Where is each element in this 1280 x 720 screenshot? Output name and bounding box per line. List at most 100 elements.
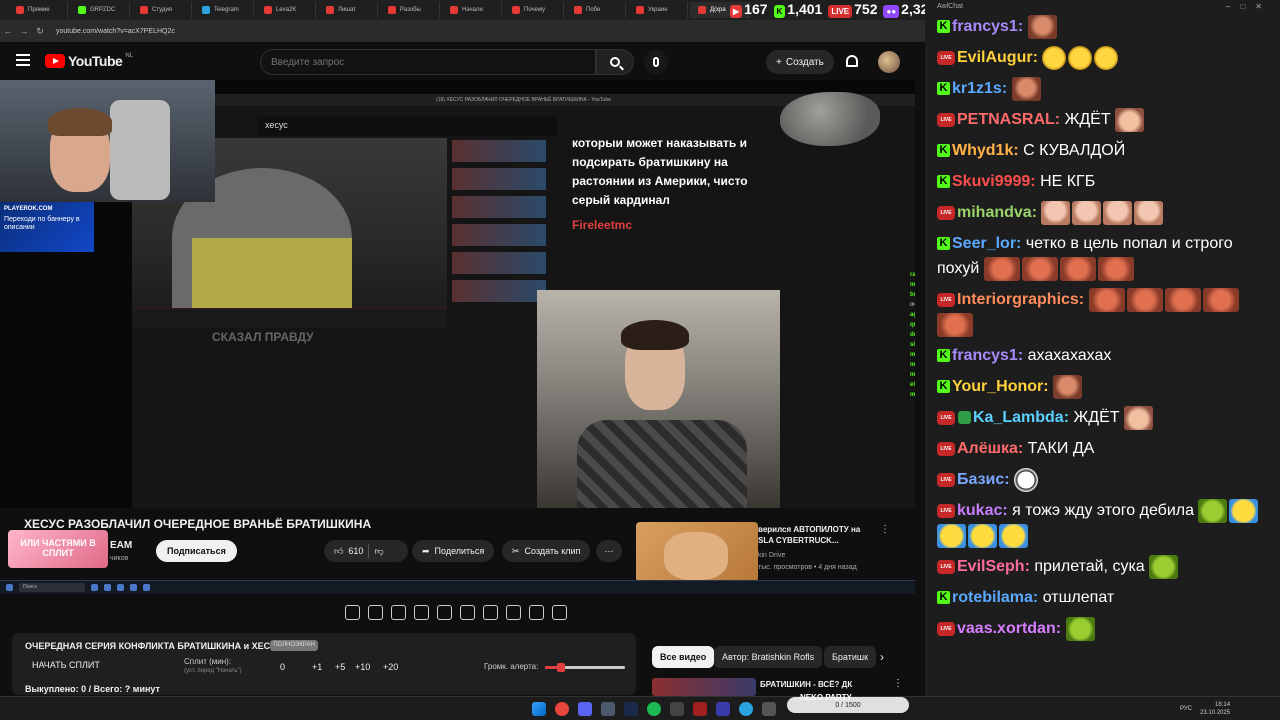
- spotify-icon[interactable]: [647, 702, 661, 716]
- increment-button[interactable]: +5: [335, 662, 345, 672]
- picture-in-picture-icon[interactable]: [437, 605, 452, 620]
- language-indicator[interactable]: РУС: [1180, 706, 1192, 712]
- notifications-icon[interactable]: [846, 55, 858, 67]
- loop-icon[interactable]: [345, 605, 360, 620]
- browser-tab[interactable]: Leva2K: [256, 2, 316, 18]
- emote-face-icon: [1027, 14, 1057, 39]
- channel-name[interactable]: EAM: [110, 540, 132, 551]
- speed-icon[interactable]: [483, 605, 498, 620]
- kick-badge-icon: K: [937, 349, 950, 363]
- browser-tab[interactable]: Украин: [628, 2, 688, 18]
- obs-icon[interactable]: [670, 702, 684, 716]
- more-actions-button[interactable]: ⋯: [596, 540, 622, 562]
- browser-tab[interactable]: Почему: [504, 2, 564, 18]
- reload-icon[interactable]: ↻: [32, 26, 48, 37]
- chat-nick[interactable]: Seer_lor:: [952, 235, 1021, 252]
- chat-nick[interactable]: rotebilama:: [952, 589, 1038, 606]
- app-icon[interactable]: [693, 702, 707, 716]
- caption-icon[interactable]: [460, 605, 475, 620]
- chat-nick[interactable]: francys1:: [952, 18, 1023, 35]
- window-controls[interactable]: –□✕: [1226, 2, 1272, 11]
- voice-search-button[interactable]: [644, 50, 668, 74]
- chat-nick[interactable]: vaas.xortdan:: [957, 620, 1061, 637]
- chrome-icon[interactable]: [555, 702, 569, 716]
- tab-label: GRPZDC: [90, 7, 116, 13]
- browser-tab[interactable]: Разобы: [380, 2, 440, 18]
- windows-start-icon[interactable]: [532, 702, 546, 716]
- discord-icon[interactable]: [578, 702, 592, 716]
- browser-tab[interactable]: GRPZDC: [70, 2, 130, 18]
- menu-icon[interactable]: [16, 54, 30, 66]
- start-split-button[interactable]: НАЧАТЬ СПЛИТ: [20, 657, 110, 673]
- screenshot-icon[interactable]: [529, 605, 544, 620]
- split-min-value[interactable]: 0: [280, 662, 285, 672]
- film-icon[interactable]: [414, 605, 429, 620]
- app-icon[interactable]: [601, 702, 615, 716]
- add-icon[interactable]: [506, 605, 521, 620]
- increment-button[interactable]: +20: [383, 662, 398, 672]
- chat-nick[interactable]: EvilSeph:: [957, 558, 1030, 575]
- back-icon[interactable]: ←: [0, 26, 16, 36]
- related-more-icon[interactable]: ⋮: [880, 524, 890, 535]
- search-button[interactable]: [596, 49, 634, 75]
- alert-volume-thumb[interactable]: [557, 663, 565, 672]
- alert-volume-slider[interactable]: [545, 663, 625, 672]
- next-more-icon[interactable]: ⋮: [893, 678, 903, 689]
- gear-icon[interactable]: [552, 605, 567, 620]
- chevron-right-icon[interactable]: ›: [880, 650, 884, 664]
- browser-tab[interactable]: Побе: [566, 2, 626, 18]
- next-video-title[interactable]: БРАТИШКИН - ВСЁ? ДК: [760, 680, 852, 689]
- increment-button[interactable]: +1: [312, 662, 322, 672]
- telegram-icon[interactable]: [739, 702, 753, 716]
- browser-tab[interactable]: Прямие: [8, 2, 68, 18]
- chip-author[interactable]: Автор: Bratishkin Rofls: [714, 646, 823, 668]
- dislike-icon[interactable]: 👎︎: [374, 546, 383, 557]
- chat-nick[interactable]: francys1:: [952, 347, 1023, 364]
- next-video-thumb[interactable]: [652, 678, 756, 696]
- related-video-title[interactable]: верился АВТОПИЛОТУ на SLA CYBERTRUCK...: [758, 524, 878, 546]
- chat-nick[interactable]: Skuvi9999:: [952, 173, 1036, 190]
- browser-tab[interactable]: Лишат: [318, 2, 378, 18]
- audio-icon[interactable]: [368, 605, 383, 620]
- chip-all-videos[interactable]: Все видео: [652, 646, 715, 668]
- forward-icon[interactable]: →: [16, 26, 32, 36]
- channel-avatar[interactable]: ИЛИ ЧАСТЯМИ В СПЛИТ: [8, 530, 108, 568]
- emote-pig-icon: [983, 256, 1020, 281]
- chat-nick[interactable]: Базис:: [957, 471, 1010, 488]
- tab-label: Почему: [524, 7, 546, 13]
- search-input[interactable]: [260, 49, 596, 75]
- chip-more[interactable]: Братишк: [824, 646, 876, 668]
- browser-tab[interactable]: Студия: [132, 2, 192, 18]
- browser-tab[interactable]: Начали: [442, 2, 502, 18]
- avatar[interactable]: [878, 51, 900, 73]
- url-field[interactable]: youtube.com/watch?v=acX7PELHQ2c: [56, 28, 175, 35]
- like-count[interactable]: 610: [348, 546, 363, 556]
- app-icon[interactable]: [762, 702, 776, 716]
- chat-message: LIVE Interiorgraphics:: [937, 287, 1277, 337]
- settings-panel-icon[interactable]: [391, 605, 406, 620]
- steam-icon[interactable]: [624, 702, 638, 716]
- chat-nick[interactable]: Your_Honor:: [952, 378, 1049, 395]
- create-button[interactable]: + Создать: [766, 50, 834, 74]
- share-button[interactable]: ➦ Поделиться: [412, 540, 495, 562]
- browser-tab[interactable]: Telegram: [194, 2, 254, 18]
- chat-nick[interactable]: Ka_Lambda:: [973, 409, 1069, 426]
- clip-button[interactable]: ✂ Создать клип: [502, 540, 591, 562]
- increment-button[interactable]: +10: [355, 662, 370, 672]
- youtube-logo[interactable]: YouTube NL: [45, 53, 133, 69]
- like-icon[interactable]: 👍︎: [334, 546, 343, 557]
- chat-nick[interactable]: Interiorgraphics:: [957, 291, 1084, 308]
- chat-nick[interactable]: kr1z1s:: [952, 80, 1007, 97]
- chat-nick[interactable]: Whyd1k:: [952, 142, 1019, 159]
- app-icon[interactable]: [716, 702, 730, 716]
- chat-nick[interactable]: mihandva:: [957, 204, 1037, 221]
- subscribe-button[interactable]: Подписаться: [156, 540, 237, 562]
- related-video-thumb[interactable]: [636, 522, 758, 582]
- clock[interactable]: 18:14 23.10.2025: [1200, 701, 1230, 717]
- chat-message: LIVE kukac: я тожэ жду этого дебила: [937, 498, 1277, 548]
- chat-nick[interactable]: Алёшка:: [957, 440, 1023, 457]
- chat-message: LIVE EvilAugur:: [937, 45, 1277, 70]
- chat-nick[interactable]: PETNASRAL:: [957, 111, 1060, 128]
- chat-nick[interactable]: EvilAugur:: [957, 49, 1038, 66]
- chat-nick[interactable]: kukac:: [957, 502, 1008, 519]
